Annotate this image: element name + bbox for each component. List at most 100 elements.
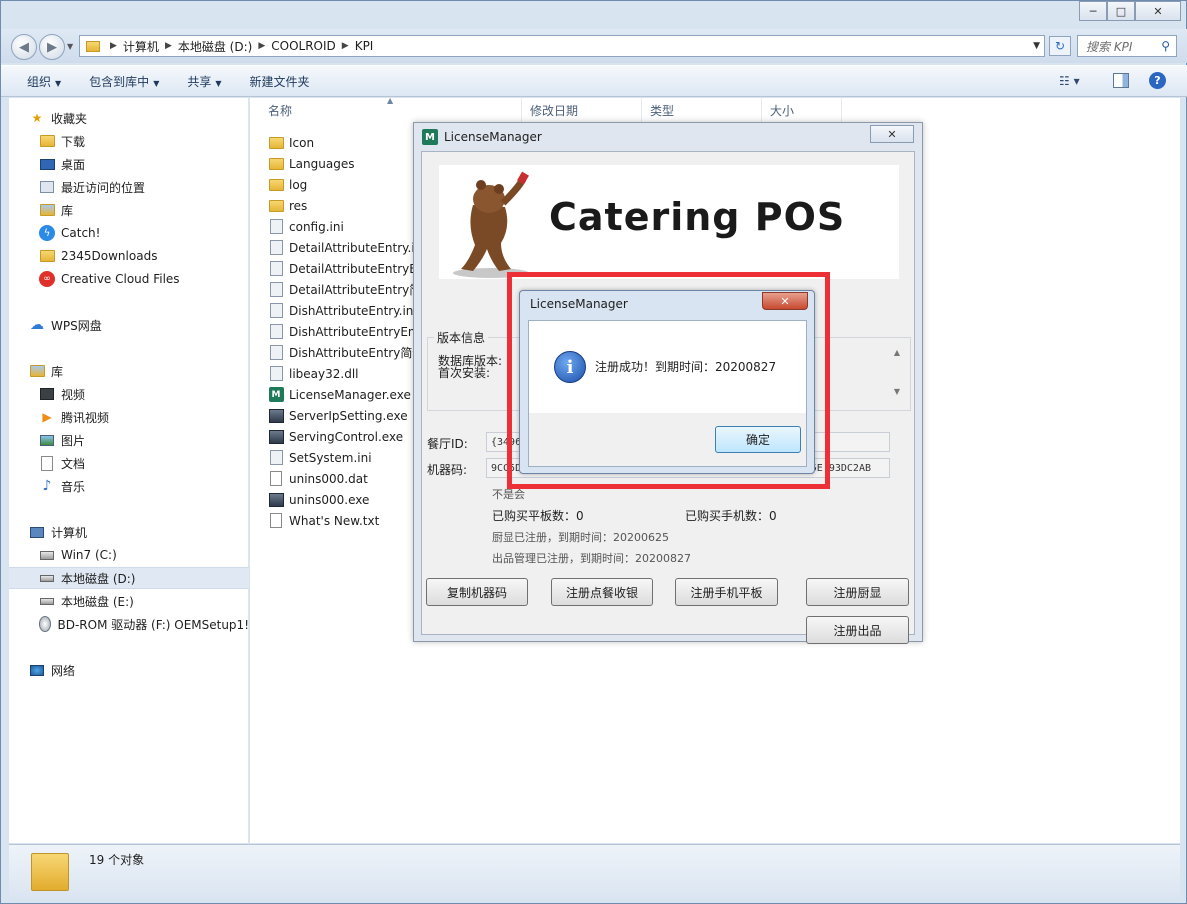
address-dropdown-icon[interactable]: ▼ (1033, 41, 1040, 51)
history-chevron-icon[interactable]: ▼ (67, 42, 73, 51)
column-size[interactable]: 大小 (762, 98, 842, 122)
nav-recent-places[interactable]: 最近访问的位置 (9, 176, 249, 198)
machine-code-label: 机器码: (427, 463, 468, 477)
copy-machine-code-button[interactable]: 复制机器码 (426, 578, 528, 606)
file-row[interactable]: ServerIpSetting.exe (268, 405, 416, 426)
breadcrumb-computer[interactable]: 计算机 (117, 38, 165, 55)
share-menu[interactable]: 共享 ▼ (187, 73, 221, 90)
config-file-icon (268, 345, 284, 361)
file-row[interactable]: What's New.txt (268, 510, 416, 531)
folder-icon (268, 156, 284, 172)
nav-drive-c[interactable]: Win7 (C:) (9, 544, 249, 566)
nav-recent-places-label: 最近访问的位置 (61, 180, 146, 195)
window-title: LicenseManager (444, 130, 542, 144)
file-name: What's New.txt (289, 513, 380, 528)
folder-icon (86, 40, 100, 52)
nav-library[interactable]: 库 (9, 360, 249, 382)
nav-music[interactable]: ♪ 音乐 (9, 475, 249, 497)
nav-network[interactable]: 网络 (9, 659, 249, 681)
file-row[interactable]: DishAttributeEntryEng (268, 321, 416, 342)
nav-documents[interactable]: 文档 (9, 452, 249, 474)
config-file-icon (268, 240, 284, 256)
file-row[interactable]: log (268, 174, 416, 195)
nav-library-label: 库 (51, 364, 64, 379)
register-pos-button[interactable]: 注册点餐收银 (551, 578, 653, 606)
file-row[interactable]: config.ini (268, 216, 416, 237)
forward-icon[interactable]: ▶ (39, 34, 65, 60)
nav-wps-label: WPS网盘 (51, 318, 102, 333)
file-row[interactable]: unins000.dat (268, 468, 416, 489)
help-icon[interactable]: ? (1149, 72, 1166, 89)
scroll-down-icon[interactable]: ▼ (894, 387, 900, 396)
nav-2345downloads[interactable]: 2345Downloads (9, 245, 249, 267)
file-row[interactable]: DetailAttributeEntry简 (268, 279, 416, 300)
dat-file-icon (268, 471, 284, 487)
file-row[interactable]: Languages (268, 153, 416, 174)
nav-creative-cloud[interactable]: ∞ Creative Cloud Files (9, 268, 249, 290)
file-row[interactable]: libeay32.dll (268, 363, 416, 384)
nav-downloads[interactable]: 下载 (9, 130, 249, 152)
breadcrumb-coolroid[interactable]: COOLROID (265, 39, 342, 53)
nav-favorites[interactable]: ★ 收藏夹 (9, 107, 249, 129)
file-row[interactable]: M LicenseManager.exe (268, 384, 416, 405)
license-manager-icon: M (268, 387, 284, 403)
file-name: ServingControl.exe (289, 429, 404, 444)
file-row[interactable]: res (268, 195, 416, 216)
file-name: LicenseManager.exe (289, 387, 411, 402)
register-dish-button[interactable]: 注册出品 (806, 616, 909, 644)
include-library-menu[interactable]: 包含到库中 ▼ (89, 73, 159, 90)
file-name: libeay32.dll (289, 366, 359, 381)
search-input[interactable]: 搜索 KPI ⚲ (1077, 35, 1177, 57)
dialog-title: LicenseManager (530, 297, 628, 311)
breadcrumb-drive-d[interactable]: 本地磁盘 (D:) (172, 38, 258, 55)
close-icon[interactable]: ✕ (870, 125, 914, 143)
window-controls: ─ □ ✕ (1079, 1, 1181, 21)
nav-catch[interactable]: ϟ Catch! (9, 222, 249, 244)
scroll-up-icon[interactable]: ▲ (894, 348, 900, 357)
register-mobile-button[interactable]: 注册手机平板 (675, 578, 778, 606)
search-icon[interactable]: ⚲ (1161, 39, 1170, 53)
back-icon[interactable]: ◀ (11, 34, 37, 60)
preview-pane-icon[interactable] (1113, 73, 1129, 88)
column-type[interactable]: 类型 (642, 98, 762, 122)
nav-creative-cloud-label: Creative Cloud Files (61, 272, 180, 286)
file-row[interactable]: DetailAttributeEntryEn (268, 258, 416, 279)
close-icon[interactable]: ✕ (1135, 1, 1181, 21)
scrollbar[interactable]: ▲ ▼ (890, 348, 904, 396)
nav-wps[interactable]: ☁ WPS网盘 (9, 314, 249, 336)
close-icon[interactable]: ✕ (762, 292, 808, 310)
nav-drive-f-label: BD-ROM 驱动器 (F:) OEMSetup1! (57, 617, 249, 632)
register-kds-button[interactable]: 注册厨显 (806, 578, 909, 606)
breadcrumb[interactable]: ▶ 计算机 ▶ 本地磁盘 (D:) ▶ COOLROID ▶ KPI ▼ (79, 35, 1045, 57)
refresh-icon[interactable]: ↻ (1049, 36, 1071, 56)
banner: Catering POS (439, 165, 899, 279)
file-row[interactable]: ServingControl.exe (268, 426, 416, 447)
breadcrumb-kpi[interactable]: KPI (349, 39, 380, 53)
file-row[interactable]: DishAttributeEntry简体 (268, 342, 416, 363)
folder-icon (268, 198, 284, 214)
file-row[interactable]: unins000.exe (268, 489, 416, 510)
nav-pictures[interactable]: 图片 (9, 429, 249, 451)
file-row[interactable]: Icon (268, 132, 416, 153)
file-row[interactable]: SetSystem.ini (268, 447, 416, 468)
file-row[interactable]: DetailAttributeEntry.ini (268, 237, 416, 258)
nav-tencent-video[interactable]: ▶ 腾讯视频 (9, 406, 249, 428)
nav-drive-f[interactable]: BD-ROM 驱动器 (F:) OEMSetup1! (9, 613, 249, 635)
view-options-icon[interactable]: ☷ ▾ (1059, 74, 1080, 88)
file-row[interactable]: DishAttributeEntry.ini (268, 300, 416, 321)
file-name: DishAttributeEntry简体 (289, 346, 416, 360)
nav-desktop[interactable]: 桌面 (9, 153, 249, 175)
nav-drive-d[interactable]: 本地磁盘 (D:) (9, 567, 249, 589)
ok-button[interactable]: 确定 (715, 426, 801, 453)
organize-menu[interactable]: 组织 ▼ (27, 73, 61, 90)
folder-icon (268, 135, 284, 151)
nav-drive-e[interactable]: 本地磁盘 (E:) (9, 590, 249, 612)
nav-library-fav[interactable]: 库 (9, 199, 249, 221)
column-modified[interactable]: 修改日期 (522, 98, 642, 122)
nav-computer[interactable]: 计算机 (9, 521, 249, 543)
maximize-icon[interactable]: □ (1107, 1, 1135, 21)
nav-videos[interactable]: 视频 (9, 383, 249, 405)
new-folder-button[interactable]: 新建文件夹 (250, 73, 310, 90)
column-name[interactable]: 名称 ▲ (250, 96, 522, 122)
minimize-icon[interactable]: ─ (1079, 1, 1107, 21)
